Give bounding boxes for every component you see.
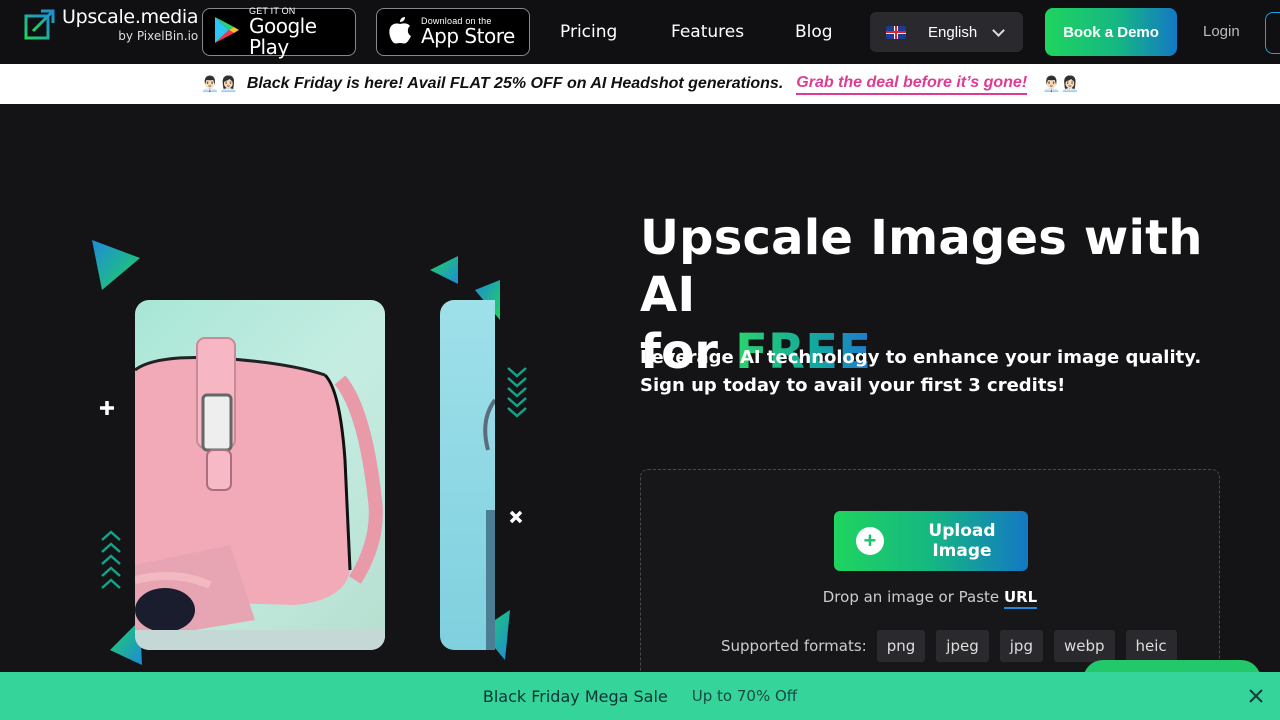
drop-instructions: Drop an image or Paste URL (641, 588, 1219, 609)
upscale-logo[interactable]: Upscale.media by PixelBin.io (24, 6, 199, 43)
google-play-button[interactable]: GET IT ON Google Play (202, 6, 356, 59)
close-icon[interactable] (1246, 686, 1266, 706)
google-play-icon (213, 15, 241, 50)
chevron-down-icon (992, 24, 1005, 37)
promo-text: Black Friday is here! Avail FLAT 25% OFF… (246, 75, 784, 92)
supported-formats: Supported formats: png jpeg jpg webp hei… (721, 630, 1188, 662)
upscale-logo-icon (24, 8, 56, 40)
google-play-big-text: Google Play (249, 13, 317, 59)
language-selector[interactable]: English (870, 12, 1023, 52)
app-store-big-text: App Store (421, 24, 515, 48)
sale-bottom-bar[interactable]: Black Friday Mega Sale Up to 70% Off (0, 672, 1280, 720)
hero-subtitle: Leverage AI technology to enhance your i… (640, 347, 1202, 396)
headshot-emoji: 👨🏻‍💼👩🏻‍💼 (1042, 76, 1080, 93)
upload-image-label: Upload Image (928, 521, 996, 561)
uk-flag-icon (886, 25, 906, 39)
bag-photo-side-card (440, 300, 495, 650)
format-badge: jpg (999, 630, 1043, 662)
hero-illustration (80, 230, 540, 672)
format-badge: png (876, 630, 926, 662)
sale-subtitle: Up to 70% Off (691, 687, 798, 705)
promo-deal-link[interactable]: Grab the deal before it’s gone! (796, 74, 1028, 95)
book-demo-button[interactable]: Book a Demo (1045, 8, 1177, 56)
paste-url-link[interactable]: URL (1003, 588, 1038, 609)
apple-icon (387, 15, 413, 50)
promo-banner: 👨🏻‍💼👩🏻‍💼 Black Friday is here! Avail FLA… (0, 64, 1280, 104)
headshot-emoji: 👨🏻‍💼👩🏻‍💼 (200, 76, 238, 93)
nav-blog[interactable]: Blog (795, 22, 833, 42)
language-label: English (928, 23, 978, 41)
signup-button[interactable] (1265, 12, 1280, 54)
drop-text: Drop an image or Paste (822, 588, 1000, 606)
top-navbar: Upscale.media by PixelBin.io GET IT ON G… (0, 0, 1280, 64)
plus-icon: + (856, 527, 884, 555)
formats-label: Supported formats: (721, 637, 867, 655)
nav-pricing[interactable]: Pricing (560, 22, 617, 42)
sale-title: Black Friday Mega Sale (482, 686, 668, 706)
logo-title: Upscale.media (62, 6, 199, 28)
upload-image-button[interactable]: + Upload Image (834, 511, 1028, 571)
nav-features[interactable]: Features (671, 22, 744, 42)
login-link[interactable]: Login (1203, 23, 1240, 40)
app-store-button[interactable]: Download on the App Store (376, 8, 530, 56)
format-badge: webp (1053, 630, 1115, 662)
hero-title-line1: Upscale Images with AI (640, 210, 1203, 323)
bag-photo-card (135, 300, 385, 650)
format-badge: heic (1125, 630, 1177, 662)
logo-subtitle: by PixelBin.io (118, 29, 199, 43)
format-badge: jpeg (936, 630, 989, 662)
